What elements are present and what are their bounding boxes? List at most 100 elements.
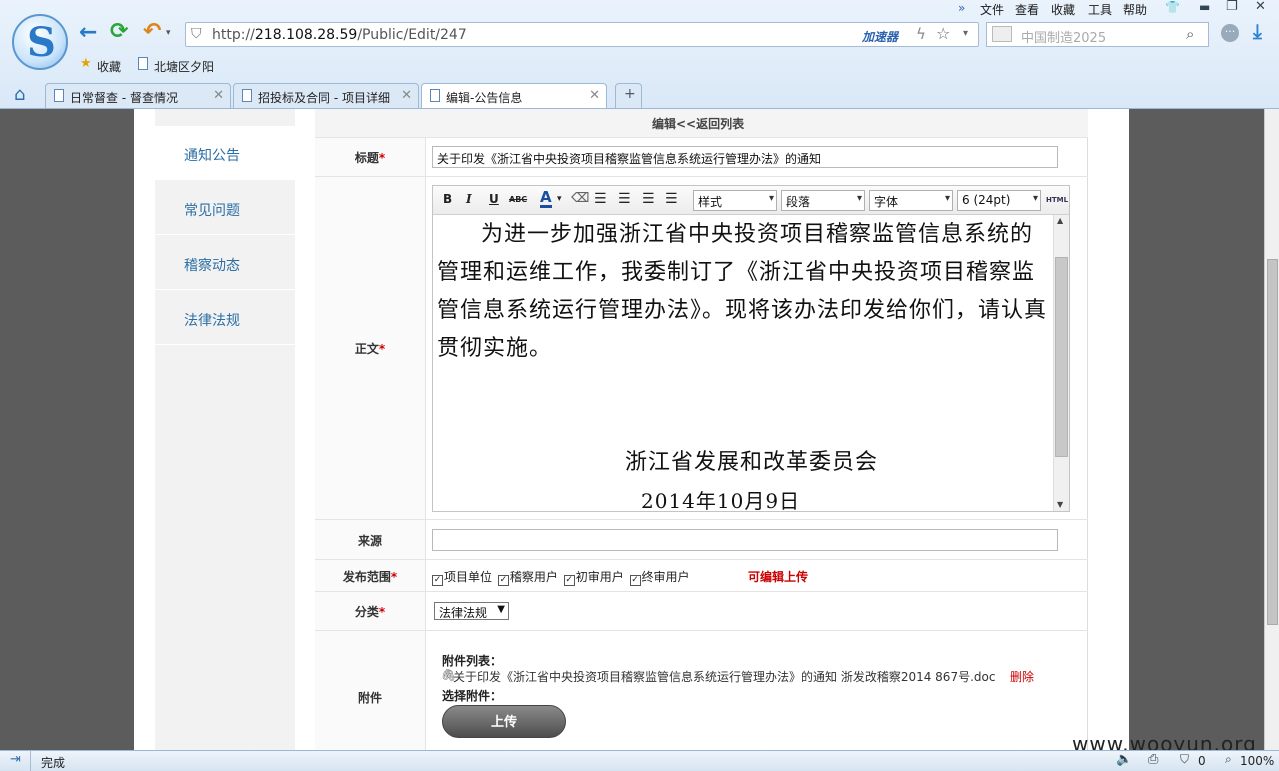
menu-view[interactable]: 查看 bbox=[1015, 1, 1039, 18]
minimize-icon[interactable]: ▬ bbox=[1199, 0, 1210, 14]
address-bar[interactable]: ⛉ http://218.108.28.59/Public/Edit/247 加… bbox=[185, 22, 979, 47]
shield-icon[interactable]: ⛉ bbox=[1180, 752, 1189, 767]
style-select[interactable]: 样式 bbox=[693, 190, 777, 211]
browser-toolbar: S » 文件 查看 收藏 工具 帮助 👕 ▬ ❐ ✕ ← ⟳ ↶ ▾ ⛉ htt… bbox=[0, 0, 1279, 109]
source-input[interactable] bbox=[432, 529, 1058, 551]
accelerator-label[interactable]: 加速器 bbox=[862, 28, 898, 45]
italic-button[interactable]: I bbox=[466, 192, 472, 206]
address-text[interactable]: http://218.108.28.59/Public/Edit/247 bbox=[212, 27, 467, 43]
close-icon[interactable]: ✕ bbox=[213, 88, 224, 103]
sidebar-item-notices[interactable]: 通知公告 bbox=[155, 126, 295, 180]
back-to-list-link[interactable]: 编辑<<返回列表 bbox=[652, 115, 744, 132]
sidebar-item-inspection-news[interactable]: 稽察动态 bbox=[155, 236, 295, 290]
checkbox-checked-icon[interactable]: ✓ bbox=[629, 575, 641, 586]
align-right-icon[interactable]: ☰ bbox=[642, 191, 655, 207]
screenshot-icon[interactable]: ⎙ bbox=[1148, 752, 1158, 767]
bookmark-beitang[interactable]: 北塘区夕阳 bbox=[154, 58, 214, 75]
scope-checkbox-project-unit[interactable]: ✓ 项目单位 bbox=[432, 570, 492, 586]
menu-file[interactable]: 文件 bbox=[980, 1, 1004, 18]
scroll-up-icon[interactable]: ▲ bbox=[1057, 216, 1063, 225]
page-scroll-thumb[interactable] bbox=[1267, 259, 1278, 625]
editor-toolbar: B I U ABC A ▾ ⌫ ☰ ☰ ☰ ☰ 样式 段落 字体 6 (24pt… bbox=[433, 186, 1069, 215]
zoom-level[interactable]: 100% bbox=[1240, 754, 1274, 768]
tab-daily-inspection[interactable]: 日常督查 - 督查情况 ✕ bbox=[45, 83, 231, 108]
category-row bbox=[315, 592, 1088, 631]
search-input[interactable]: 中国制造2025 bbox=[1021, 27, 1106, 46]
underline-button[interactable]: U bbox=[489, 192, 499, 206]
close-icon[interactable]: ✕ bbox=[589, 88, 600, 103]
undo-close-icon[interactable]: ↶ bbox=[143, 19, 161, 44]
scroll-down-icon[interactable]: ▼ bbox=[1057, 500, 1063, 509]
tab-label: 日常督查 - 督查情况 bbox=[70, 91, 178, 105]
html-source-button[interactable]: HTML bbox=[1046, 196, 1068, 204]
back-icon[interactable]: ← bbox=[79, 20, 97, 45]
scope-checkbox-first-review[interactable]: ✓ 初审用户 bbox=[563, 570, 624, 586]
align-center-icon[interactable]: ☰ bbox=[618, 191, 631, 207]
home-icon[interactable]: ⌂ bbox=[14, 84, 25, 105]
restore-icon[interactable]: ❐ bbox=[1226, 0, 1238, 14]
paragraph-select[interactable]: 段落 bbox=[781, 190, 865, 211]
image-icon bbox=[992, 26, 1012, 42]
star-icon[interactable]: ☆ bbox=[936, 24, 950, 43]
tab-edit-notice[interactable]: 编辑-公告信息 ✕ bbox=[421, 83, 607, 108]
menu-help[interactable]: 帮助 bbox=[1123, 1, 1147, 18]
star-icon: ★ bbox=[80, 56, 92, 71]
editor-scroll-thumb[interactable] bbox=[1055, 257, 1068, 457]
chevron-down-icon[interactable]: ▾ bbox=[557, 194, 562, 204]
attachment-label: 附件 bbox=[315, 631, 426, 750]
category-select[interactable]: 法律法规 ▼ bbox=[434, 602, 509, 620]
upload-button[interactable]: 上传 bbox=[442, 705, 566, 738]
zoom-icon[interactable]: ⌕ bbox=[1225, 752, 1232, 767]
chevron-down-icon: ▼ bbox=[497, 604, 505, 615]
chevron-down-icon[interactable]: ▾ bbox=[166, 28, 171, 38]
editor-content[interactable]: 为进一步加强浙江省中央投资项目稽察监管信息系统的管理和运维工作，我委制订了《浙江… bbox=[437, 216, 1049, 520]
chevron-down-icon[interactable]: ▾ bbox=[963, 28, 968, 39]
new-tab-button[interactable]: + bbox=[615, 83, 642, 108]
eraser-icon[interactable]: ⌫ bbox=[571, 191, 589, 206]
more-icon[interactable]: ··· bbox=[1221, 24, 1239, 42]
download-icon[interactable]: ⤓ bbox=[1253, 19, 1262, 43]
refresh-icon[interactable]: ⟳ bbox=[110, 19, 128, 44]
bookmark-favorites[interactable]: 收藏 bbox=[97, 58, 121, 75]
scope-checkbox-inspection-user[interactable]: ✓ 稽察用户 bbox=[497, 570, 558, 586]
search-icon[interactable]: ⌕ bbox=[1186, 25, 1194, 43]
font-select[interactable]: 字体 bbox=[869, 190, 953, 211]
source-label: 来源 bbox=[315, 520, 426, 559]
title-input[interactable]: 关于印发《浙江省中央投资项目稽察监管信息系统运行管理办法》的通知 bbox=[432, 146, 1058, 168]
browser-logo-icon[interactable]: S bbox=[12, 14, 68, 70]
checkbox-checked-icon[interactable]: ✓ bbox=[432, 575, 443, 586]
search-box[interactable]: 中国制造2025 ⌕ bbox=[986, 22, 1209, 47]
scope-options: ✓ 项目单位 ✓ 稽察用户 ✓ 初审用户 ✓ 终审用户 bbox=[432, 568, 690, 586]
scope-label: 发布范围* bbox=[315, 560, 426, 591]
form-header-row: 编辑<<返回列表 bbox=[315, 109, 1088, 138]
editor-scrollbar[interactable]: ▲ ▼ bbox=[1053, 215, 1069, 511]
strikethrough-button[interactable]: ABC bbox=[509, 195, 527, 204]
align-justify-icon[interactable]: ☰ bbox=[665, 191, 678, 207]
align-left-icon[interactable]: ☰ bbox=[594, 191, 607, 207]
rich-text-editor[interactable]: B I U ABC A ▾ ⌫ ☰ ☰ ☰ ☰ 样式 段落 字体 6 (24pt… bbox=[432, 185, 1070, 513]
checkbox-checked-icon[interactable]: ✓ bbox=[563, 575, 575, 586]
menu-tools[interactable]: 工具 bbox=[1088, 1, 1112, 18]
close-window-icon[interactable]: ✕ bbox=[1255, 0, 1266, 14]
category-select-value: 法律法规 bbox=[439, 606, 488, 620]
skin-icon[interactable]: 👕 bbox=[1165, 0, 1180, 14]
font-color-button[interactable]: A bbox=[540, 190, 552, 208]
lightning-icon[interactable]: ϟ bbox=[916, 25, 926, 43]
scope-checkbox-final-review[interactable]: ✓ 终审用户 bbox=[629, 570, 690, 586]
font-size-select[interactable]: 6 (24pt) bbox=[957, 190, 1041, 211]
bold-button[interactable]: B bbox=[443, 192, 452, 206]
sidebar-item-faq[interactable]: 常见问题 bbox=[155, 181, 295, 235]
sidebar-item-laws[interactable]: 法律法规 bbox=[155, 291, 295, 345]
attachment-file-link[interactable]: 关于印发《浙江省中央投资项目稽察监管信息系统运行管理办法》的通知 浙发改稽察20… bbox=[453, 668, 995, 685]
menu-favorites[interactable]: 收藏 bbox=[1051, 1, 1075, 18]
body-paragraph: 为进一步加强浙江省中央投资项目稽察监管信息系统的管理和运维工作，我委制订了《浙江… bbox=[437, 222, 1048, 361]
page-scrollbar[interactable] bbox=[1264, 109, 1279, 750]
tab-bidding-contract[interactable]: 招投标及合同 - 项目详细 ✕ bbox=[233, 83, 419, 108]
checkbox-checked-icon[interactable]: ✓ bbox=[497, 575, 509, 586]
shield-icon: ⛉ bbox=[191, 26, 202, 42]
close-icon[interactable]: ✕ bbox=[401, 88, 412, 103]
sidebar-toggle-icon[interactable]: ⇥ bbox=[10, 752, 21, 767]
delete-attachment-link[interactable]: 删除 bbox=[1010, 668, 1034, 685]
menu-expand-icon[interactable]: » bbox=[958, 1, 965, 15]
speaker-icon[interactable]: 🔈 bbox=[1116, 752, 1132, 767]
